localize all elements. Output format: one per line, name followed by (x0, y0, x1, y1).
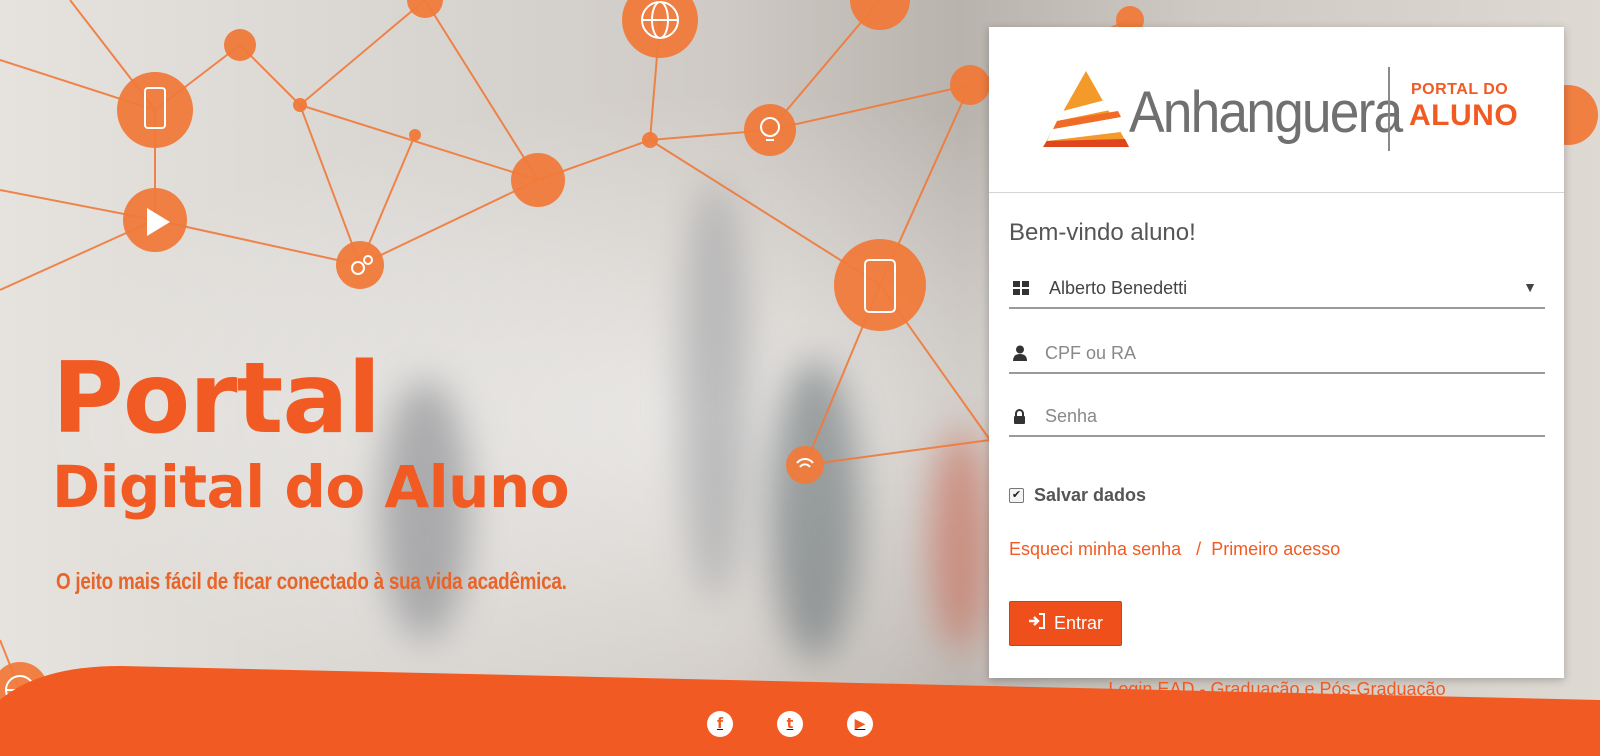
lock-icon (1013, 408, 1039, 424)
grid-icon (1013, 281, 1039, 295)
forgot-password-link[interactable]: Esqueci minha senha (1009, 539, 1181, 559)
profile-select[interactable]: Alberto Benedetti ▼ (1009, 269, 1545, 309)
save-data-checkbox[interactable]: ✔ (1009, 488, 1024, 503)
hero-title-line1: Portal (52, 342, 381, 456)
user-icon (1013, 345, 1039, 361)
brand-header: Anhanguera PORTAL DO ALUNO (989, 27, 1564, 193)
save-data-label: Salvar dados (1034, 485, 1147, 505)
logo-divider (1388, 67, 1390, 151)
hero-title: Portal Digital do Aluno (52, 342, 570, 521)
password-field[interactable] (1009, 397, 1545, 437)
facebook-button[interactable]: f (690, 694, 750, 754)
twitter-button[interactable]: t (760, 694, 820, 754)
account-links: Esqueci minha senha / Primeiro acesso (1009, 539, 1340, 560)
profile-select-value: Alberto Benedetti (1049, 277, 1188, 298)
aluno-label: ALUNO (1409, 99, 1519, 132)
facebook-icon: f (707, 711, 733, 737)
anhanguera-logo-icon (1043, 71, 1129, 147)
twitter-icon: t (777, 711, 803, 737)
password-input[interactable] (1043, 404, 1527, 428)
sign-in-icon (1028, 613, 1046, 634)
youtube-button[interactable]: ▶ (830, 694, 890, 754)
cpf-ra-input[interactable] (1043, 341, 1527, 365)
login-panel: Anhanguera PORTAL DO ALUNO Bem-vindo alu… (989, 27, 1564, 699)
login-button[interactable]: Entrar (1009, 601, 1122, 646)
portal-do-label: PORTAL DO (1411, 81, 1509, 98)
cpf-ra-field[interactable] (1009, 334, 1545, 374)
login-button-label: Entrar (1053, 613, 1104, 633)
youtube-icon: ▶ (847, 711, 873, 737)
ead-login-row: Login EAD - Graduação e Pós-Graduação (1009, 679, 1545, 700)
ead-login-link[interactable]: Login EAD - Graduação e Pós-Graduação (1108, 679, 1445, 699)
hero-title-line2: Digital do Aluno (52, 453, 570, 521)
brand-name: Anhanguera (1129, 80, 1403, 145)
link-separator: / (1196, 539, 1202, 559)
welcome-heading: Bem-vindo aluno! (1009, 219, 1196, 246)
chevron-down-icon: ▼ (1523, 279, 1537, 295)
first-access-link[interactable]: Primeiro acesso (1211, 539, 1340, 559)
save-data-row: ✔ Salvar dados (1009, 485, 1146, 506)
hero-subtitle: O jeito mais fácil de ficar conectado à … (56, 568, 567, 594)
